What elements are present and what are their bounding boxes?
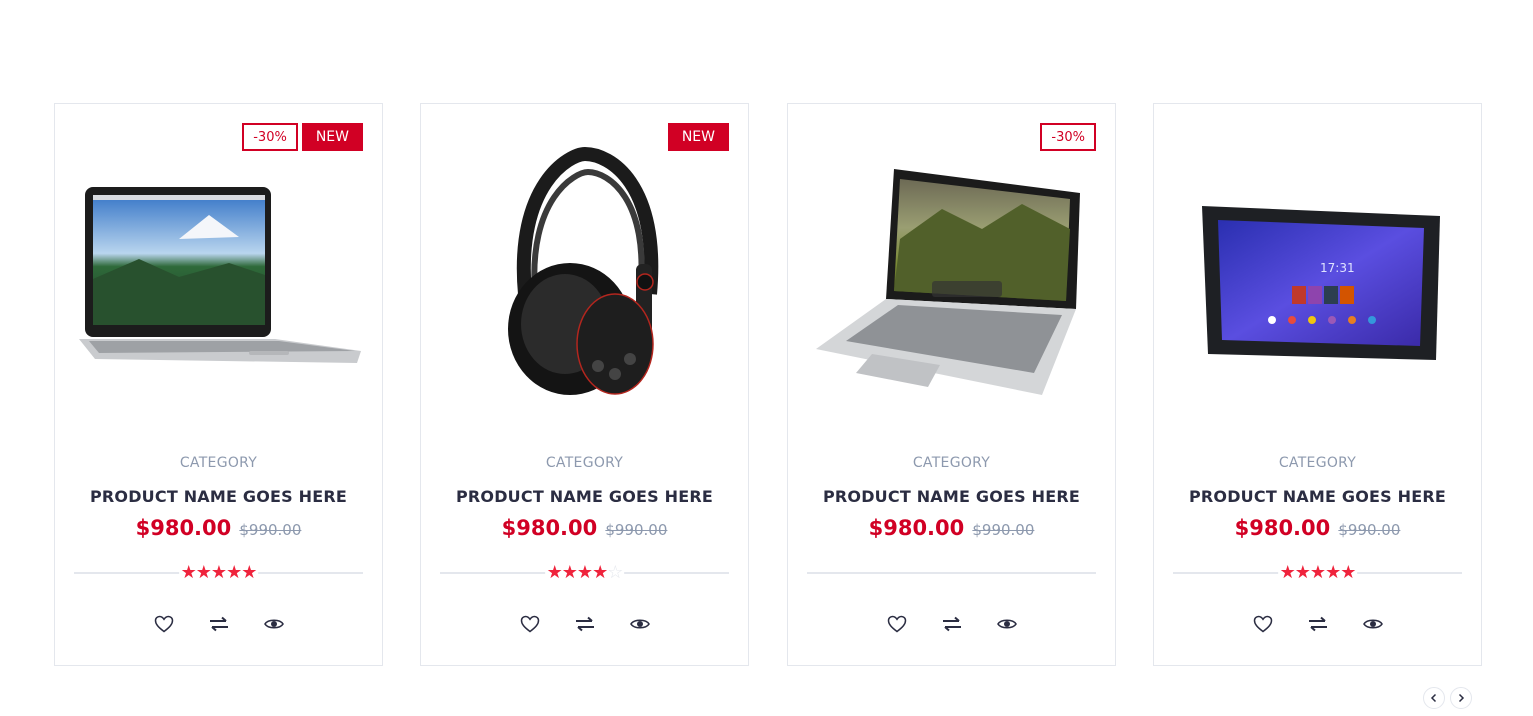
heart-icon bbox=[520, 615, 539, 633]
add-to-compare-button[interactable] bbox=[1308, 614, 1328, 634]
product-name[interactable]: PRODUCT NAME GOES HERE bbox=[55, 487, 382, 506]
star-filled-icon: ★ bbox=[226, 562, 242, 583]
star-filled-icon: ★ bbox=[561, 562, 578, 583]
old-price: $990.00 bbox=[972, 521, 1035, 539]
eye-icon bbox=[1362, 619, 1383, 629]
add-to-compare-button[interactable] bbox=[942, 614, 962, 634]
product-price: $980.00 $990.00 bbox=[55, 516, 382, 540]
chevron-right-icon bbox=[1458, 693, 1465, 703]
exchange-icon bbox=[209, 616, 228, 632]
headphones-icon bbox=[507, 146, 658, 395]
product-image[interactable] bbox=[55, 124, 382, 434]
product-card[interactable]: NEW CATEGORY PRODUCT NAME GOES HERE $980… bbox=[420, 103, 749, 666]
heart-icon bbox=[1253, 615, 1272, 633]
product-rating: ★★★★☆ bbox=[544, 562, 625, 584]
star-filled-icon: ★ bbox=[1279, 562, 1296, 583]
laptop-icon bbox=[815, 169, 1080, 395]
product-category[interactable]: CATEGORY bbox=[1154, 455, 1481, 471]
rating-divider bbox=[807, 572, 1096, 574]
product-card[interactable]: 17:31 CATEGORY PRODUCT NAME GOES HERE $9… bbox=[1153, 103, 1482, 666]
product-actions bbox=[788, 614, 1115, 634]
product-category[interactable]: CATEGORY bbox=[55, 455, 382, 471]
product-image[interactable] bbox=[421, 124, 748, 434]
add-to-wishlist-button[interactable] bbox=[1253, 614, 1273, 634]
eye-icon bbox=[263, 619, 284, 629]
star-filled-icon: ★ bbox=[195, 562, 212, 583]
product-price: $980.00 $990.00 bbox=[421, 516, 748, 540]
current-price: $980.00 bbox=[868, 516, 965, 540]
star-empty-icon: ☆ bbox=[607, 562, 623, 583]
product-price: $980.00 $990.00 bbox=[1154, 516, 1481, 540]
current-price: $980.00 bbox=[135, 516, 232, 540]
svg-text:17:31: 17:31 bbox=[1320, 261, 1355, 275]
product-category[interactable]: CATEGORY bbox=[421, 455, 748, 471]
product-card[interactable]: -30% NEW CATEGORY PRODUCT NAME GOES HERE… bbox=[54, 103, 383, 666]
product-actions bbox=[1154, 614, 1481, 634]
eye-icon bbox=[629, 619, 650, 629]
add-to-compare-button[interactable] bbox=[209, 614, 229, 634]
quick-view-button[interactable] bbox=[629, 614, 650, 634]
star-filled-icon: ★ bbox=[241, 562, 257, 583]
star-filled-icon: ★ bbox=[1294, 562, 1311, 583]
current-price: $980.00 bbox=[1234, 516, 1331, 540]
old-price: $990.00 bbox=[605, 521, 668, 539]
exchange-icon bbox=[942, 616, 961, 632]
star-filled-icon: ★ bbox=[1309, 562, 1326, 583]
product-image[interactable] bbox=[788, 124, 1115, 434]
product-card[interactable]: -30% CATEGORY PRODUCT NAME GOES HERE $98… bbox=[787, 103, 1116, 666]
add-to-compare-button[interactable] bbox=[575, 614, 595, 634]
heart-icon bbox=[887, 615, 906, 633]
chevron-left-icon bbox=[1430, 693, 1437, 703]
add-to-wishlist-button[interactable] bbox=[520, 614, 540, 634]
star-filled-icon: ★ bbox=[546, 562, 563, 583]
slider-prev-button[interactable] bbox=[1423, 687, 1445, 709]
product-rating: ★★★★★ bbox=[1277, 562, 1358, 584]
product-category[interactable]: CATEGORY bbox=[788, 455, 1115, 471]
eye-icon bbox=[996, 619, 1017, 629]
star-filled-icon: ★ bbox=[210, 562, 227, 583]
product-image[interactable]: 17:31 bbox=[1154, 124, 1481, 434]
slider-next-button[interactable] bbox=[1450, 687, 1472, 709]
product-price: $980.00 $990.00 bbox=[788, 516, 1115, 540]
product-name[interactable]: PRODUCT NAME GOES HERE bbox=[1154, 487, 1481, 506]
old-price: $990.00 bbox=[1338, 521, 1401, 539]
product-name[interactable]: PRODUCT NAME GOES HERE bbox=[421, 487, 748, 506]
quick-view-button[interactable] bbox=[263, 614, 284, 634]
quick-view-button[interactable] bbox=[996, 614, 1017, 634]
star-filled-icon: ★ bbox=[576, 562, 593, 583]
tablet-icon: 17:31 bbox=[1201, 206, 1440, 360]
exchange-icon bbox=[575, 616, 594, 632]
add-to-wishlist-button[interactable] bbox=[887, 614, 907, 634]
product-rating: ★★★★★ bbox=[178, 562, 259, 584]
exchange-icon bbox=[1308, 616, 1327, 632]
star-filled-icon: ★ bbox=[1340, 562, 1356, 583]
add-to-wishlist-button[interactable] bbox=[154, 614, 174, 634]
product-name[interactable]: PRODUCT NAME GOES HERE bbox=[788, 487, 1115, 506]
quick-view-button[interactable] bbox=[1362, 614, 1383, 634]
product-actions bbox=[55, 614, 382, 634]
star-filled-icon: ★ bbox=[180, 562, 197, 583]
product-actions bbox=[421, 614, 748, 634]
old-price: $990.00 bbox=[239, 521, 302, 539]
laptop-icon bbox=[78, 187, 361, 363]
current-price: $980.00 bbox=[501, 516, 598, 540]
star-filled-icon: ★ bbox=[1325, 562, 1341, 583]
heart-icon bbox=[154, 615, 173, 633]
star-filled-icon: ★ bbox=[592, 562, 608, 583]
slider-nav bbox=[1423, 687, 1472, 709]
